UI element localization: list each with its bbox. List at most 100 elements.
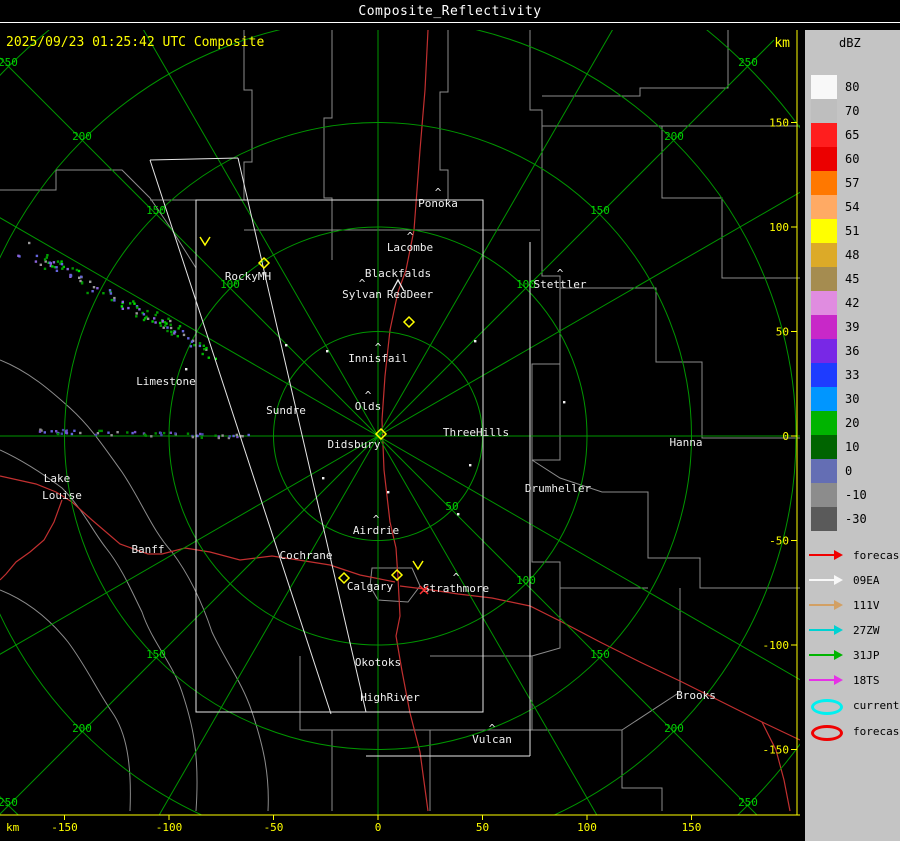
echo-pixel [77, 269, 81, 273]
scan-area-outlines [149, 157, 531, 757]
colorbar-label: 33 [845, 368, 860, 382]
echo-pixel [133, 430, 137, 434]
echo-pixel [150, 435, 153, 438]
echo-pixel [38, 430, 42, 433]
echo-pixel [132, 300, 135, 303]
x-axis-label: 150 [682, 821, 702, 834]
echo-pixel [198, 344, 202, 348]
y-axis-label: -100 [763, 639, 790, 652]
colorbar-label: 54 [845, 200, 860, 214]
arrow-head [834, 600, 843, 610]
colorbar-block [811, 459, 837, 483]
colorbar-block [811, 171, 837, 195]
echo-pixel [79, 431, 82, 435]
echo-pixel [116, 431, 119, 434]
city-label: Ponoka [418, 197, 458, 210]
city-label: Strathmore [423, 582, 489, 595]
echo-pixel [135, 312, 138, 315]
city-label: Stettler [534, 278, 587, 291]
echo-pixel [60, 432, 63, 435]
echo-pixel [236, 435, 239, 439]
echo-pixel [133, 302, 136, 305]
range-label: 250 [0, 796, 18, 809]
range-label: 250 [738, 796, 758, 809]
colorbar-block [811, 483, 837, 507]
y-axis-label: 150 [769, 117, 789, 130]
legend-row: 31JP [809, 648, 899, 670]
colorbar-label: 60 [845, 152, 860, 166]
x-axis-label: 0 [375, 821, 382, 834]
echo-pixel [161, 319, 164, 323]
range-label: 200 [72, 130, 92, 143]
echo-pixel [52, 261, 56, 264]
echo-pixel [120, 305, 124, 308]
echo-pixel [166, 326, 169, 329]
timestamp: 2025/09/23 01:25:42 UTC Composite [6, 35, 264, 50]
colorbar-block [811, 195, 837, 219]
echo-pixel [163, 321, 167, 324]
echo-pixel [159, 324, 162, 327]
colorbar-block [811, 411, 837, 435]
city-label: Hanna [669, 436, 702, 449]
echo-pixel [35, 254, 39, 258]
echo-pixel [61, 267, 64, 270]
colorbar-label: 48 [845, 248, 860, 262]
colorbar-label: 70 [845, 104, 860, 118]
echo-pixel [196, 434, 199, 438]
city-label: Didsbury [328, 438, 381, 451]
echo-pixel [39, 263, 42, 266]
colorbar-block [811, 243, 837, 267]
echo-pixel [51, 265, 54, 268]
echo-pixel [69, 274, 73, 277]
legend-label: forecast [853, 725, 900, 738]
echo-pixel [60, 260, 63, 263]
echo-pixel [187, 337, 190, 340]
echo-pixel [200, 436, 203, 439]
storm-ellipse-icon [811, 699, 843, 715]
legend-row: 111V [809, 598, 899, 620]
echo-pixel [61, 428, 65, 432]
echo-pixel [146, 309, 149, 313]
colorbar-title: dBZ [839, 36, 861, 50]
echo-pixel [34, 260, 38, 263]
echo-pixel [55, 266, 58, 269]
y-axis-label: 100 [769, 221, 789, 234]
echo-pixel [167, 317, 170, 320]
arrow-shaft [809, 654, 835, 656]
echo-pixel [174, 432, 177, 435]
legend-row: current [809, 698, 899, 720]
colorbar-label: -30 [845, 512, 867, 526]
track-arrow-icon [809, 649, 845, 662]
echo-pixel [91, 290, 94, 293]
legend-label: 09EA [853, 574, 880, 587]
legend-row: 18TS [809, 673, 899, 695]
range-label: 150 [590, 648, 610, 661]
city-label: Louise [42, 489, 82, 502]
radar-echoes [17, 241, 250, 440]
city-label: Banff [131, 543, 164, 556]
echo-pixel [154, 321, 157, 324]
echo-pixel [71, 267, 74, 270]
echo-pixel [189, 345, 193, 348]
city-label: Drumheller [525, 482, 592, 495]
station-dot-icon [285, 344, 288, 347]
echo-pixel [48, 261, 52, 264]
range-label: 250 [738, 56, 758, 69]
echo-pixel [235, 433, 238, 437]
city-label: Innisfail [348, 352, 408, 365]
colorbar-label: 0 [845, 464, 853, 478]
echo-pixel [110, 298, 113, 302]
echo-pixel [135, 315, 138, 318]
track-arrow-icon [809, 574, 845, 587]
echo-pixel [55, 430, 58, 433]
colorbar-label: -10 [845, 488, 867, 502]
echo-pixel [113, 296, 116, 300]
station-dot-icon [457, 513, 460, 516]
range-label: 200 [72, 722, 92, 735]
echo-pixel [198, 342, 202, 345]
echo-pixel [169, 319, 172, 323]
echo-pixel [146, 317, 150, 320]
city-label: RedDeer [387, 288, 434, 301]
echo-pixel [108, 289, 112, 292]
radar-site-diamond-icon [402, 315, 416, 329]
